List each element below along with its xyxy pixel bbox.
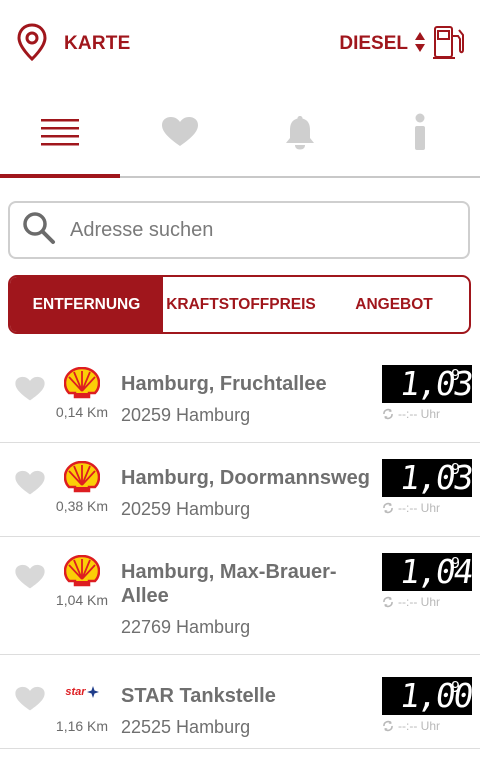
distance: 0,14 Km: [55, 404, 109, 420]
map-pin-icon: [16, 22, 48, 66]
fuel-type-label: DIESEL: [339, 33, 408, 54]
price-display[interactable]: 1,04 9: [382, 552, 475, 591]
tab-favorites[interactable]: [120, 92, 240, 176]
fuel-pump-icon: [432, 24, 466, 65]
sort-option-offer[interactable]: ANGEBOT: [319, 277, 469, 332]
tab-info[interactable]: [360, 92, 480, 176]
sort-arrows-icon: [414, 31, 426, 58]
station-city: 22769 Hamburg: [121, 617, 251, 637]
price-main: 1,03: [397, 458, 475, 497]
update-time-label: --:-- Uhr: [398, 719, 440, 733]
update-time-label: --:-- Uhr: [398, 407, 440, 421]
favorite-heart-icon[interactable]: [14, 470, 46, 496]
brand-text: star: [65, 686, 86, 698]
refresh-icon: [383, 596, 393, 608]
sort-option-fuel-price[interactable]: KRAFTSTOFFPREIS: [163, 277, 319, 332]
station-name: Hamburg, Fruchtallee: [121, 373, 327, 395]
list-icon: [41, 116, 79, 153]
station-name: Hamburg, Max-Brauer-Allee: [121, 561, 337, 607]
shell-logo-icon: [62, 366, 102, 400]
bell-icon: [282, 114, 318, 155]
refresh-icon: [383, 720, 393, 732]
tab-list[interactable]: [0, 92, 120, 178]
map-button[interactable]: KARTE: [16, 22, 131, 66]
distance: 1,04 Km: [55, 592, 109, 608]
price-tenth: 9: [451, 554, 461, 572]
station-list: 0,14 Km Hamburg, Fruchtallee 20259 Hambu…: [0, 349, 480, 749]
distance: 0,38 Km: [55, 498, 109, 514]
station-city: 22525 Hamburg: [121, 717, 251, 737]
tab-bar: [0, 92, 480, 178]
map-label: KARTE: [64, 33, 131, 54]
heart-icon: [161, 116, 199, 153]
fuel-type-selector[interactable]: DIESEL: [339, 22, 466, 66]
price-display[interactable]: 1,00 9: [382, 676, 475, 715]
distance: 1,16 Km: [55, 718, 109, 734]
station-row[interactable]: star 1,16 Km STAR Tankstelle 22525 Hambu…: [0, 655, 480, 749]
address-search-input[interactable]: [68, 217, 452, 243]
shell-logo-icon: [62, 554, 102, 588]
update-time-label: --:-- Uhr: [398, 501, 440, 515]
station-row[interactable]: 1,04 Km Hamburg, Max-Brauer-Allee 22769 …: [0, 537, 480, 655]
price-tenth: 9: [451, 678, 461, 696]
address-search-box: [8, 201, 470, 259]
update-time: --:-- Uhr: [382, 719, 440, 733]
search-icon: [10, 211, 56, 250]
update-time: --:-- Uhr: [382, 407, 440, 421]
update-time-label: --:-- Uhr: [398, 595, 440, 609]
refresh-icon: [383, 408, 393, 420]
station-name: Hamburg, Doormannsweg: [121, 467, 370, 489]
info-icon: [412, 113, 428, 156]
update-time: --:-- Uhr: [382, 595, 440, 609]
top-bar: KARTE DIESEL: [0, 0, 480, 92]
star-logo-icon: star: [60, 675, 104, 709]
price-display[interactable]: 1,03 9: [382, 364, 475, 403]
station-city: 20259 Hamburg: [121, 499, 251, 519]
price-display[interactable]: 1,03 9: [382, 458, 475, 497]
refresh-icon: [383, 502, 393, 514]
station-name: STAR Tankstelle: [121, 685, 276, 707]
favorite-heart-icon[interactable]: [14, 564, 46, 590]
price-main: 1,00: [397, 676, 475, 715]
price-tenth: 9: [451, 366, 461, 384]
favorite-heart-icon[interactable]: [14, 376, 46, 402]
station-city: 20259 Hamburg: [121, 405, 251, 425]
update-time: --:-- Uhr: [382, 501, 440, 515]
price-tenth: 9: [451, 460, 461, 478]
favorite-heart-icon[interactable]: [14, 686, 46, 712]
tab-alerts[interactable]: [240, 92, 360, 176]
sort-option-distance[interactable]: ENTFERNUNG: [10, 277, 163, 332]
shell-logo-icon: [62, 460, 102, 494]
price-main: 1,04: [397, 552, 475, 591]
sort-segmented-control: ENTFERNUNG KRAFTSTOFFPREIS ANGEBOT: [8, 275, 471, 334]
station-row[interactable]: 0,38 Km Hamburg, Doormannsweg 20259 Hamb…: [0, 443, 480, 537]
station-row[interactable]: 0,14 Km Hamburg, Fruchtallee 20259 Hambu…: [0, 349, 480, 443]
price-main: 1,03: [397, 364, 475, 403]
